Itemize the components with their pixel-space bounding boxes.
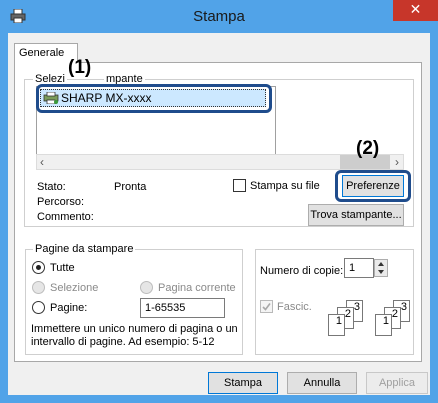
- radio-pages-label: Pagine:: [50, 302, 88, 314]
- callout-1: (1): [68, 57, 92, 78]
- collate-checkbox[interactable]: [260, 300, 273, 313]
- cancel-button[interactable]: Annulla: [287, 372, 357, 394]
- radio-current-page-label: Pagina corrente: [158, 282, 236, 294]
- collate-page: 1: [328, 314, 345, 336]
- print-button[interactable]: Stampa: [208, 372, 278, 394]
- collate-page: 1: [375, 314, 392, 336]
- page-range-help-1: Immettere un unico numero di pagina o un: [31, 323, 238, 335]
- page-range-help-2: intervallo di pagine. Ad esempio: 5-12: [31, 336, 215, 348]
- page-range-legend: Pagine da stampare: [33, 243, 136, 256]
- callout-1-highlight: [36, 84, 272, 113]
- comment-label: Commento:: [37, 211, 94, 223]
- status-value: Pronta: [114, 181, 147, 193]
- pages-input[interactable]: 1-65535: [140, 298, 225, 318]
- radio-pages[interactable]: [32, 301, 45, 314]
- callout-2-highlight: [335, 170, 411, 202]
- copies-stepper[interactable]: [374, 259, 388, 277]
- radio-current-page[interactable]: [140, 281, 153, 294]
- print-to-file-label: Stampa su file: [250, 180, 320, 192]
- find-printer-button[interactable]: Trova stampante...: [308, 204, 404, 226]
- path-label: Percorso:: [37, 196, 85, 208]
- radio-all-label: Tutte: [50, 262, 75, 274]
- check-icon: [262, 303, 271, 311]
- radio-selection-label: Selezione: [50, 282, 99, 294]
- apply-button[interactable]: Applica: [366, 372, 428, 394]
- spin-arrows-icon: [378, 262, 384, 274]
- window-title: Stampa: [193, 8, 245, 25]
- copies-input[interactable]: 1: [344, 258, 374, 278]
- radio-selection[interactable]: [32, 281, 45, 294]
- callout-2: (2): [356, 138, 380, 159]
- print-to-file-checkbox[interactable]: [233, 179, 246, 192]
- radio-all[interactable]: [32, 261, 45, 274]
- collate-label: Fascic.: [277, 301, 312, 313]
- scroll-left-icon[interactable]: ‹: [40, 155, 44, 169]
- copies-label: Numero di copie:: [260, 265, 344, 277]
- scroll-right-icon[interactable]: ›: [395, 155, 399, 169]
- status-label: Stato:: [37, 181, 66, 193]
- close-button[interactable]: ✕: [393, 0, 438, 21]
